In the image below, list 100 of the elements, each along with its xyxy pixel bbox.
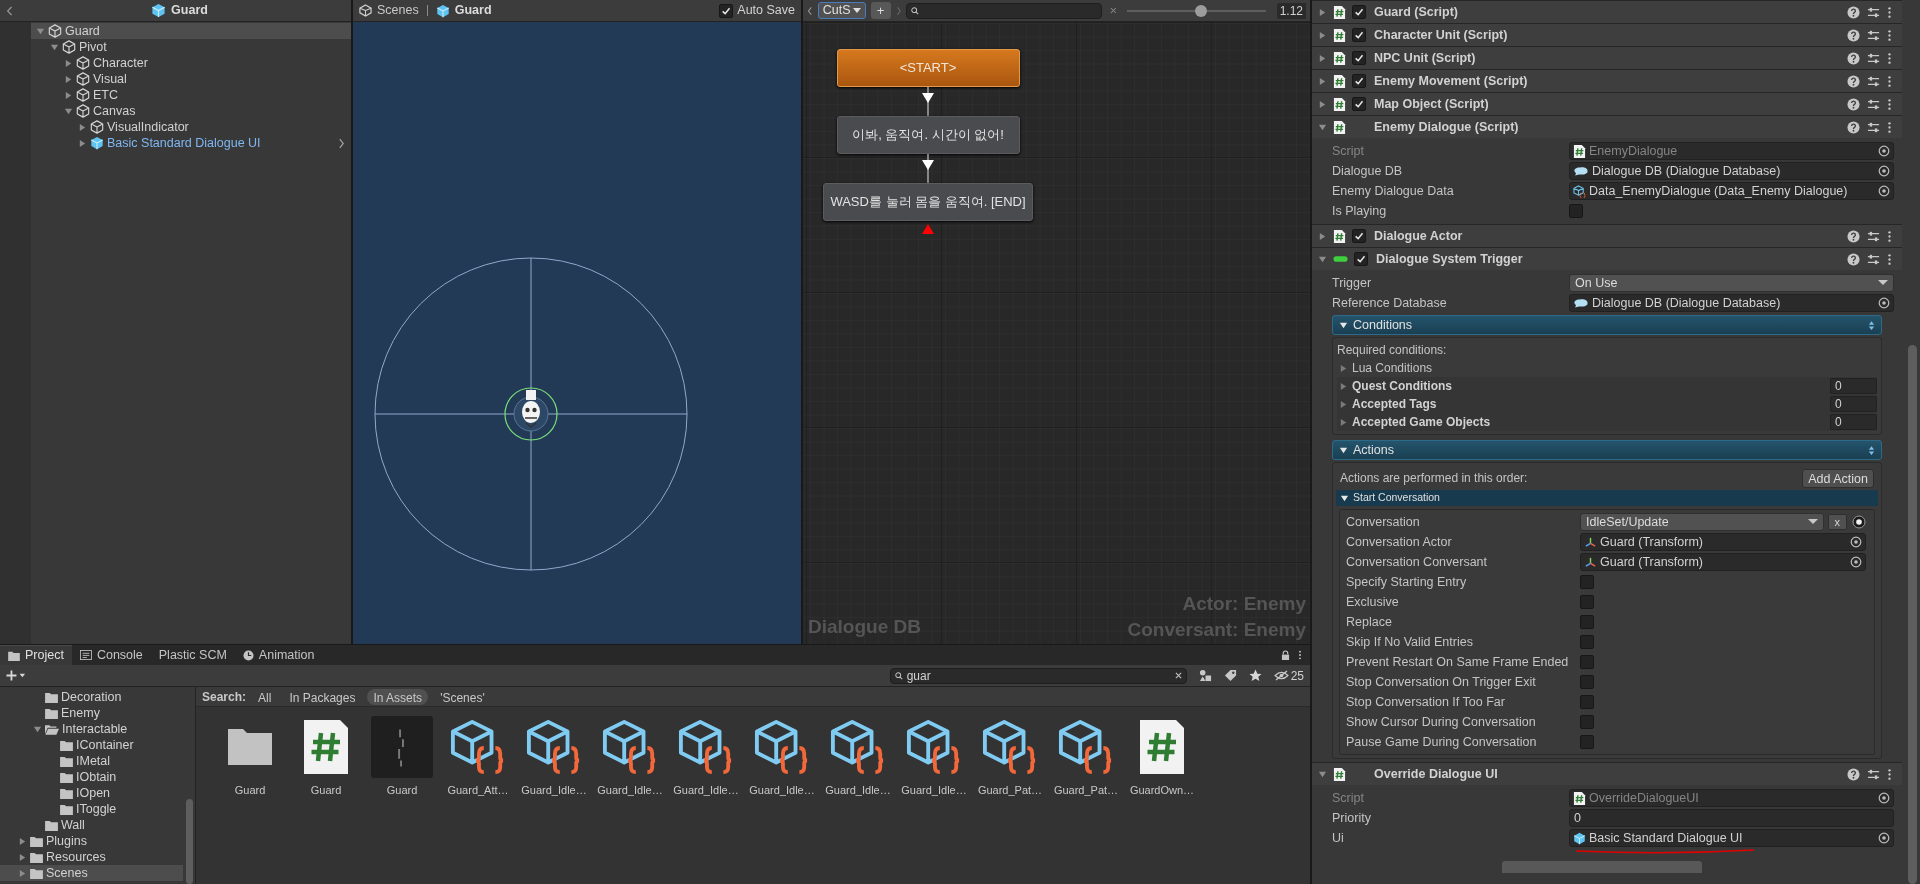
dialogue-node[interactable]: WASD를 눌러 몸을 움직여. [END] <box>823 183 1033 221</box>
folder-item[interactable]: IOpen <box>0 785 183 801</box>
zoom-field[interactable]: 1.12 <box>1276 2 1306 19</box>
checkbox[interactable] <box>1580 635 1594 649</box>
sliders-icon[interactable] <box>1867 767 1880 781</box>
section-header[interactable]: Actions <box>1332 440 1882 460</box>
more-icon[interactable] <box>1887 97 1892 111</box>
create-menu-icon[interactable] <box>6 670 26 681</box>
section-header[interactable]: Conditions <box>1332 315 1882 335</box>
object-picker-icon[interactable] <box>1878 832 1890 844</box>
count-field[interactable]: 0 <box>1830 414 1877 430</box>
asset-name[interactable]: Guard_Idle… <box>521 782 587 799</box>
dropdown[interactable]: IdleSet/Update <box>1580 513 1824 531</box>
object-picker-icon[interactable] <box>1878 165 1890 177</box>
checkbox[interactable] <box>1580 615 1594 629</box>
reorder-icon[interactable] <box>1868 319 1875 331</box>
add-action-button[interactable]: Add Action <box>1802 468 1874 488</box>
chevron-right-icon[interactable] <box>338 137 345 149</box>
checkbox[interactable] <box>1580 675 1594 689</box>
checkbox[interactable] <box>1352 51 1366 65</box>
number-field[interactable]: 0 <box>1569 809 1894 827</box>
help-icon[interactable] <box>1847 229 1860 243</box>
component-header[interactable]: Enemy Dialogue (Script) <box>1312 115 1902 138</box>
asset-name[interactable]: Guard_Att… <box>447 782 509 799</box>
help-icon[interactable] <box>1847 97 1860 111</box>
help-icon[interactable] <box>1847 74 1860 88</box>
folder-item[interactable]: Enemy <box>0 705 183 721</box>
checkbox[interactable] <box>1580 735 1594 749</box>
reorder-icon[interactable] <box>1868 444 1875 456</box>
sliders-icon[interactable] <box>1867 229 1880 243</box>
conversation-dropdown[interactable]: CutS <box>817 2 866 19</box>
asset-name[interactable]: Guard <box>234 782 266 799</box>
checkbox[interactable] <box>1580 575 1594 589</box>
tree-item[interactable]: Character <box>31 55 351 71</box>
sliders-icon[interactable] <box>1867 120 1880 134</box>
more-icon[interactable] <box>1887 74 1892 88</box>
star-icon[interactable] <box>1248 669 1262 682</box>
foldout-label[interactable]: Quest Conditions <box>1352 377 1452 395</box>
asset-name[interactable]: Guard_Idle… <box>825 782 891 799</box>
object-picker-icon[interactable] <box>1878 185 1890 197</box>
tag-icon[interactable] <box>1223 669 1237 682</box>
hidden-packages-toggle[interactable]: 25 <box>1273 666 1304 685</box>
tree-item[interactable]: Guard <box>31 23 351 39</box>
foldout-label[interactable]: Accepted Tags <box>1352 395 1437 413</box>
folder-item[interactable]: IMetal <box>0 753 183 769</box>
folder-item[interactable]: Decoration <box>0 689 183 705</box>
tree-item[interactable]: Pivot <box>31 39 351 55</box>
checkbox[interactable] <box>1352 5 1366 19</box>
object-picker-icon[interactable] <box>1878 297 1890 309</box>
object-field[interactable]: Dialogue DB (Dialogue Database) <box>1569 162 1894 180</box>
scope-option[interactable]: In Assets <box>367 688 429 705</box>
asset-name[interactable]: Guard_Idle… <box>901 782 967 799</box>
object-picker-icon[interactable] <box>1850 536 1862 548</box>
expand-arrow-icon[interactable] <box>1339 445 1348 455</box>
tree-item[interactable]: ETC <box>31 87 351 103</box>
asset-name[interactable]: Guard_Idle… <box>673 782 739 799</box>
more-icon[interactable] <box>1887 252 1892 266</box>
checkbox[interactable] <box>1352 229 1366 243</box>
checkbox[interactable] <box>719 3 734 18</box>
sliders-icon[interactable] <box>1867 97 1880 111</box>
folder-item[interactable]: Plugins <box>0 833 183 849</box>
expand-arrow-icon[interactable] <box>1340 493 1349 503</box>
folder-item[interactable]: IToggle <box>0 801 183 817</box>
close-icon[interactable] <box>1174 672 1182 679</box>
folder-item[interactable]: Resources <box>0 849 183 865</box>
object-field[interactable]: Dialogue DB (Dialogue Database) <box>1569 294 1894 312</box>
breadcrumb-link[interactable]: Scenes <box>377 1 419 20</box>
foldout-label[interactable]: Accepted Game Objects <box>1352 413 1491 431</box>
tree-item[interactable]: Visual <box>31 71 351 87</box>
help-icon[interactable] <box>1847 28 1860 42</box>
asset-name[interactable]: Guard <box>310 782 342 799</box>
object-picker-icon[interactable] <box>1850 556 1862 568</box>
checkbox[interactable] <box>1580 695 1594 709</box>
checkbox[interactable] <box>1580 595 1594 609</box>
more-icon[interactable] <box>1298 649 1302 661</box>
dialogue-node[interactable]: 이봐, 움직여. 시간이 없어! <box>836 116 1020 154</box>
asset-name[interactable]: Guard_Pat… <box>1053 782 1119 799</box>
checkbox[interactable] <box>1352 97 1366 111</box>
checkbox[interactable] <box>1580 715 1594 729</box>
folder-item[interactable]: Interactable <box>0 721 183 737</box>
sliders-icon[interactable] <box>1867 28 1880 42</box>
checkbox[interactable] <box>1352 28 1366 42</box>
scrollbar-thumb[interactable] <box>1908 345 1917 884</box>
more-icon[interactable] <box>1887 767 1892 781</box>
foldout-label[interactable]: Lua Conditions <box>1352 359 1433 377</box>
component-header[interactable]: Character Unit (Script) <box>1312 23 1902 46</box>
panel-tab[interactable]: Console <box>71 645 151 665</box>
component-header[interactable]: Override Dialogue UI <box>1312 762 1902 785</box>
asset-name[interactable]: GuardOwn… <box>1129 782 1195 799</box>
checkbox[interactable] <box>1354 252 1368 266</box>
tree-item[interactable]: VisualIndicator <box>31 119 351 135</box>
folder-item[interactable]: IContainer <box>0 737 183 753</box>
more-icon[interactable] <box>1887 51 1892 65</box>
help-icon[interactable] <box>1847 5 1860 19</box>
checkbox[interactable] <box>1580 655 1594 669</box>
action-header[interactable]: Start Conversation <box>1336 490 1878 506</box>
target-icon[interactable] <box>1852 515 1866 529</box>
lock-icon[interactable] <box>1281 649 1290 661</box>
folder-item[interactable]: Scenes <box>0 865 183 881</box>
count-field[interactable]: 0 <box>1830 396 1877 412</box>
